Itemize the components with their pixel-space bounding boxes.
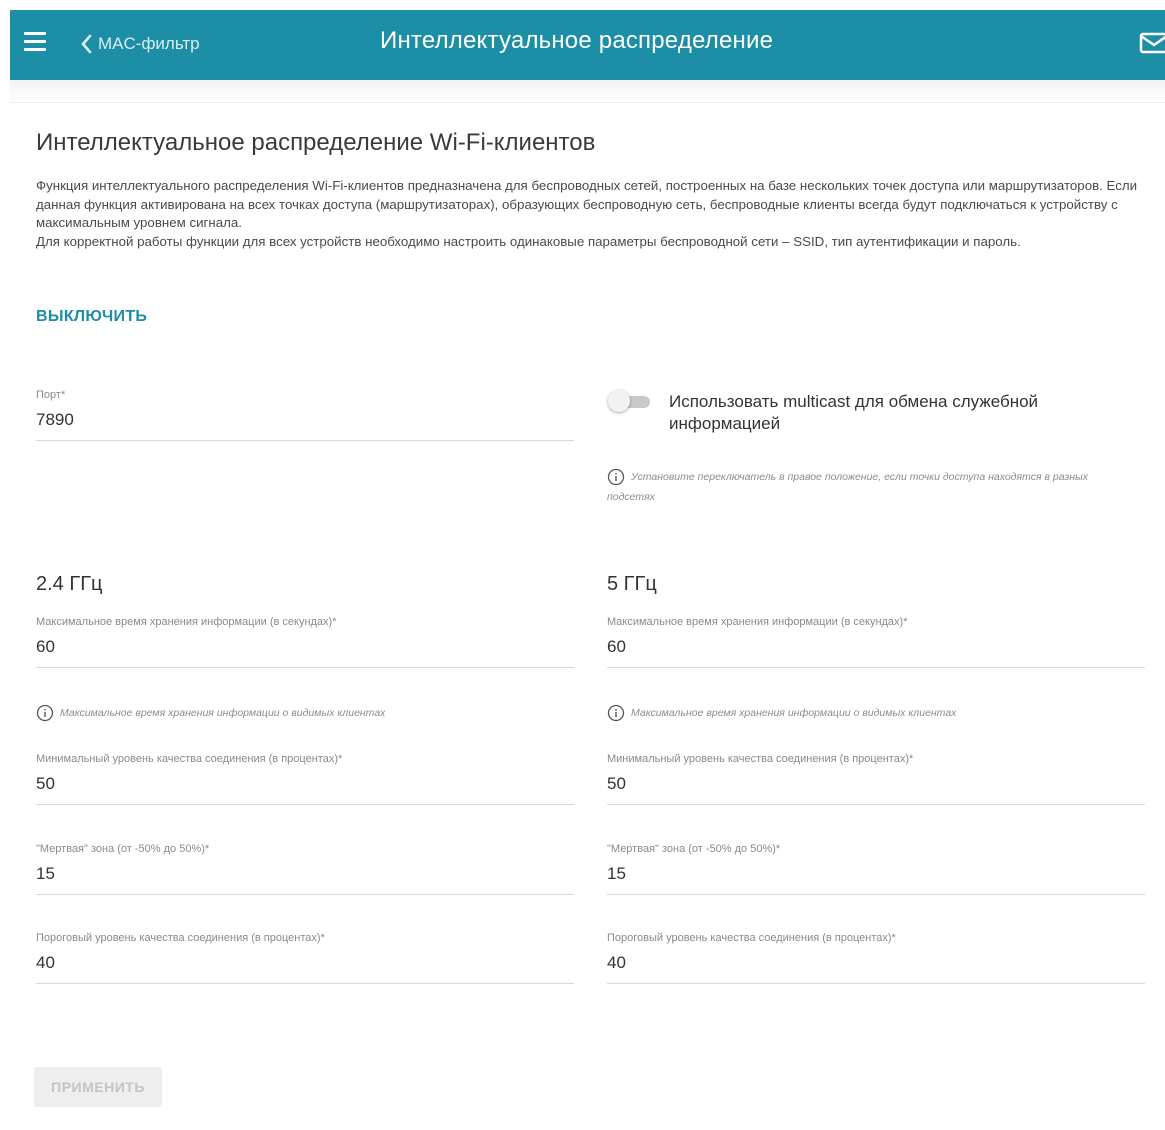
description: Функция интеллектуального распределения … — [36, 177, 1146, 251]
info-icon — [36, 705, 54, 722]
mail-icon[interactable] — [1139, 31, 1165, 55]
multicast-toggle[interactable] — [608, 390, 654, 412]
top-bar: MAC-фильтр Интеллектуальное распределени… — [10, 10, 1165, 80]
back-link[interactable]: MAC-фильтр — [80, 29, 200, 59]
port-input[interactable]: 7890 — [36, 410, 574, 430]
chevron-left-icon — [81, 34, 92, 54]
dead-zone-input[interactable]: 15 — [36, 864, 574, 884]
field-underline — [607, 983, 1145, 984]
band-24-dead-zone-field[interactable]: "Мертвая" зона (от -50% до 50%)* 15 — [36, 843, 574, 895]
field-underline — [36, 667, 574, 668]
threshold-label: Пороговый уровень качества соединения (в… — [607, 932, 896, 944]
threshold-input[interactable]: 40 — [36, 953, 574, 973]
back-link-label[interactable]: MAC-фильтр — [98, 34, 200, 54]
band-5-title: 5 ГГц — [607, 573, 657, 595]
header-shadow — [10, 80, 1165, 103]
multicast-hint-text: Установите переключатель в правое положе… — [607, 471, 1088, 503]
band-24-min-quality-field[interactable]: Минимальный уровень качества соединения … — [36, 753, 574, 805]
max-time-hint-text: Максимальное время хранения информации о… — [631, 707, 957, 719]
field-underline — [36, 440, 574, 441]
min-quality-input[interactable]: 50 — [607, 774, 1145, 794]
max-time-input[interactable]: 60 — [36, 637, 574, 657]
threshold-label: Пороговый уровень качества соединения (в… — [36, 932, 325, 944]
band-5-dead-zone-field[interactable]: "Мертвая" зона (от -50% до 50%)* 15 — [607, 843, 1145, 895]
band-5-max-time-field[interactable]: Максимальное время хранения информации (… — [607, 616, 1145, 668]
toggle-knob[interactable] — [608, 390, 630, 412]
field-underline — [36, 804, 574, 805]
field-underline — [36, 894, 574, 895]
dead-zone-input[interactable]: 15 — [607, 864, 1145, 884]
multicast-label: Использовать multicast для обмена служеб… — [669, 392, 1039, 433]
info-icon — [607, 705, 625, 722]
band-24-max-time-field[interactable]: Максимальное время хранения информации (… — [36, 616, 574, 668]
min-quality-label: Минимальный уровень качества соединения … — [607, 753, 914, 765]
band-5-max-time-hint: Максимальное время хранения информации о… — [607, 703, 1145, 723]
max-time-hint-text: Максимальное время хранения информации о… — [60, 707, 386, 719]
band-5-threshold-field[interactable]: Пороговый уровень качества соединения (в… — [607, 932, 1145, 984]
min-quality-input[interactable]: 50 — [36, 774, 574, 794]
apply-button[interactable]: ПРИМЕНИТЬ — [34, 1067, 162, 1107]
field-underline — [607, 804, 1145, 805]
field-underline — [36, 983, 574, 984]
dead-zone-label: "Мертвая" зона (от -50% до 50%)* — [36, 843, 210, 855]
band-24-title: 2.4 ГГц — [36, 573, 103, 595]
max-time-label: Максимальное время хранения информации (… — [36, 616, 337, 628]
max-time-input[interactable]: 60 — [607, 637, 1145, 657]
hamburger-icon[interactable] — [24, 32, 46, 52]
description-paragraph: Функция интеллектуального распределения … — [36, 178, 1138, 230]
dead-zone-label: "Мертвая" зона (от -50% до 50%)* — [607, 843, 781, 855]
disable-button[interactable]: ВЫКЛЮЧИТЬ — [36, 308, 147, 326]
threshold-input[interactable]: 40 — [607, 953, 1145, 973]
page-title: Интеллектуальное распределение — [380, 27, 774, 54]
port-label: Порт* — [36, 389, 66, 401]
max-time-label: Максимальное время хранения информации (… — [607, 616, 908, 628]
port-field[interactable]: Порт* 7890 — [36, 389, 574, 441]
field-underline — [607, 667, 1145, 668]
band-24-threshold-field[interactable]: Пороговый уровень качества соединения (в… — [36, 932, 574, 984]
multicast-hint: Установите переключатель в правое положе… — [607, 467, 1137, 507]
band-5-min-quality-field[interactable]: Минимальный уровень качества соединения … — [607, 753, 1145, 805]
description-paragraph: Для корректной работы функции для всех у… — [36, 233, 1021, 249]
band-24-max-time-hint: Максимальное время хранения информации о… — [36, 703, 574, 723]
min-quality-label: Минимальный уровень качества соединения … — [36, 753, 343, 765]
field-underline — [607, 894, 1145, 895]
info-icon — [607, 469, 625, 486]
section-heading: Интеллектуальное распределение Wi-Fi-кли… — [36, 129, 596, 156]
